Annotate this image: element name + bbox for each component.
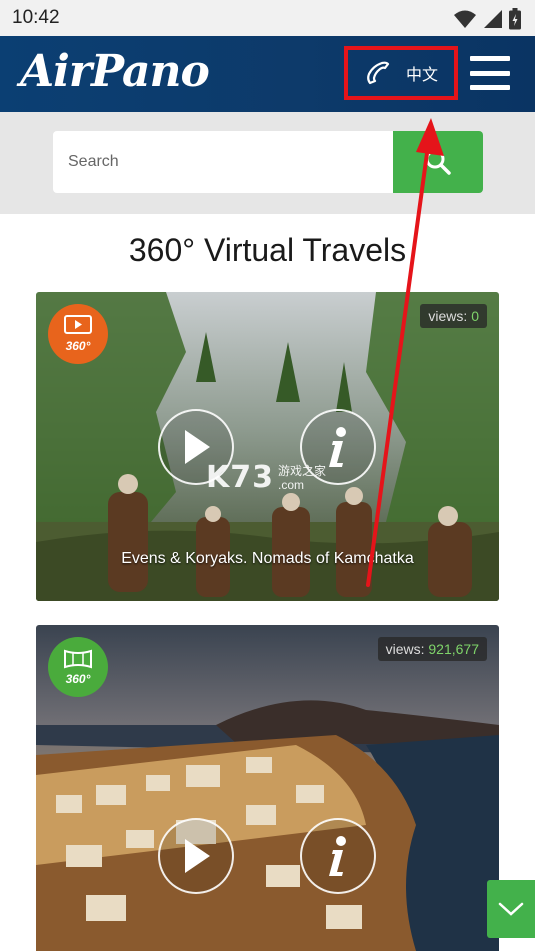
panorama-360-badge: 360°: [48, 637, 108, 697]
views-counter: views: 921,677: [377, 637, 487, 661]
info-icon: [329, 427, 346, 467]
badge-text: 360°: [65, 672, 91, 686]
views-count: 0: [471, 308, 479, 324]
tour-card[interactable]: 360° views: 921,677: [36, 625, 499, 951]
wifi-icon: [454, 10, 476, 28]
watermark-main: K73: [206, 460, 274, 495]
search-icon: [425, 149, 451, 175]
watermark: K73 游戏之家 .com: [206, 460, 326, 495]
panorama-360-icon: [64, 649, 92, 669]
status-time: 10:42: [12, 7, 60, 28]
language-label: 中文: [405, 67, 438, 84]
search-button[interactable]: [393, 131, 483, 193]
signal-icon: [484, 10, 502, 28]
views-count: 921,677: [428, 641, 479, 657]
language-switch-button[interactable]: 中文: [344, 46, 458, 100]
page-title: 360° Virtual Travels: [128, 232, 407, 268]
views-label: views:: [385, 641, 425, 657]
menu-button[interactable]: [470, 56, 510, 90]
menu-icon: [470, 56, 510, 61]
play-button[interactable]: [158, 818, 234, 894]
search-section: [0, 112, 535, 214]
info-icon: [329, 836, 346, 876]
battery-icon: [509, 8, 521, 30]
chevron-down-icon: [498, 902, 524, 916]
video-360-icon: [64, 315, 92, 334]
badge-text: 360°: [65, 339, 91, 353]
status-bar: 10:42: [0, 0, 535, 36]
search-input[interactable]: [53, 131, 393, 193]
watermark-sub-top: 游戏之家: [278, 463, 327, 478]
play-icon: [185, 839, 210, 873]
views-counter: views: 0: [420, 304, 487, 328]
tour-card[interactable]: 360° views: 0 K73 游戏之家 .com Evens & Kory…: [36, 292, 499, 601]
watermark-sub-bottom: .com: [278, 477, 305, 492]
video-360-badge: 360°: [48, 304, 108, 364]
airpano-logo[interactable]: AirPano: [20, 46, 210, 97]
tour-title[interactable]: Evens & Koryaks. Nomads of Kamchatka: [36, 550, 499, 568]
scroll-down-button[interactable]: [487, 880, 535, 938]
info-button[interactable]: [300, 818, 376, 894]
status-icons: [453, 8, 521, 30]
views-label: views:: [428, 308, 468, 324]
phone-icon: [367, 61, 390, 85]
site-header: AirPano 中文: [0, 36, 535, 112]
